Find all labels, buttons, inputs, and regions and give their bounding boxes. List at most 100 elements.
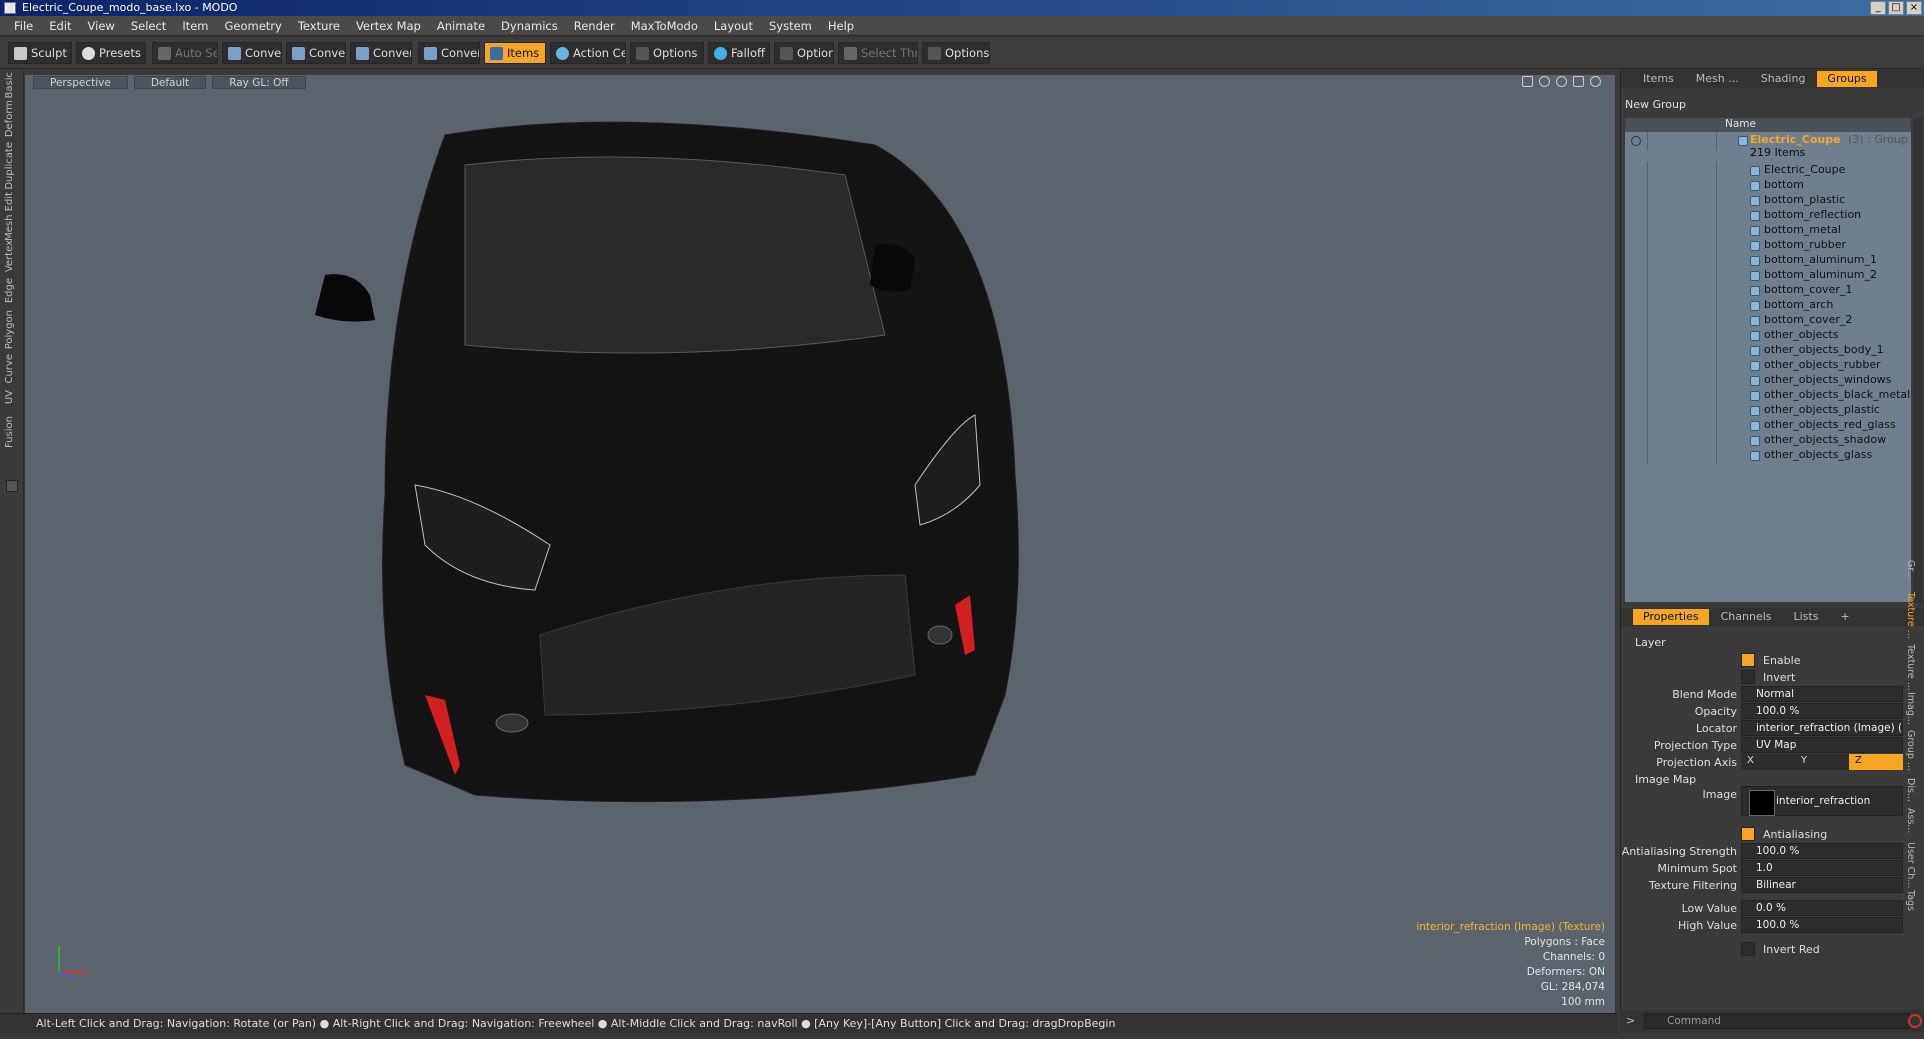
groups-list-header: Name xyxy=(1625,118,1911,132)
falloff-button[interactable]: Falloff xyxy=(708,42,770,64)
tab-polygon[interactable]: Polygon xyxy=(4,310,15,349)
command-input[interactable]: Command xyxy=(1644,1013,1910,1029)
convert-icon xyxy=(424,47,437,60)
blend-mode-dropdown[interactable]: Normal xyxy=(1741,686,1903,702)
minimize-button[interactable]: _ xyxy=(1870,1,1886,15)
aa-strength-field[interactable]: 100.0 % xyxy=(1741,843,1903,859)
tab-vertex[interactable]: Vertex xyxy=(4,240,15,272)
side-tab-6[interactable]: Dis... xyxy=(1905,778,1916,802)
convert-button-4[interactable]: Convert xyxy=(418,42,480,64)
locator-icon xyxy=(1750,166,1760,176)
antialiasing-row: Antialiasing xyxy=(1625,826,1921,844)
action-center-button[interactable]: Action Center xyxy=(550,42,626,64)
min-spot-field[interactable]: 1.0 xyxy=(1741,860,1903,876)
side-tab-9[interactable]: Tags xyxy=(1905,890,1916,911)
record-icon[interactable] xyxy=(1908,1014,1922,1028)
menu-system[interactable]: System xyxy=(761,19,820,33)
menu-help[interactable]: Help xyxy=(820,19,862,33)
locator-dropdown[interactable]: interior_refraction (Image) (... xyxy=(1741,720,1903,736)
items-mode-button[interactable]: Items xyxy=(484,42,546,64)
tab-fusion[interactable]: Fusion xyxy=(4,416,15,448)
groups-list[interactable]: Electric_Coupe (3) : Group 219 Items Ele… xyxy=(1625,132,1911,602)
tab-items[interactable]: Items xyxy=(1633,71,1684,87)
menu-render[interactable]: Render xyxy=(566,19,623,33)
menu-edit[interactable]: Edit xyxy=(41,19,79,33)
menu-animate[interactable]: Animate xyxy=(429,19,493,33)
options-button-3[interactable]: Options xyxy=(922,42,990,64)
menu-vertex-map[interactable]: Vertex Map xyxy=(348,19,429,33)
axis-z-button[interactable]: Z xyxy=(1849,754,1903,770)
tab-groups[interactable]: Groups xyxy=(1817,71,1877,87)
side-tab-4[interactable]: Imag... xyxy=(1905,692,1916,725)
enable-checkbox[interactable] xyxy=(1741,653,1755,667)
list-item[interactable]: other_objects_glass xyxy=(1625,447,1911,465)
invert-checkbox[interactable] xyxy=(1741,670,1755,684)
new-group-button[interactable]: New Group xyxy=(1625,98,1686,111)
mesh-icon xyxy=(1750,406,1760,416)
tab-mesh[interactable]: Mesh ... xyxy=(1686,71,1749,87)
menu-layout[interactable]: Layout xyxy=(706,19,761,33)
tab-edge[interactable]: Edge xyxy=(4,278,15,303)
tab-lists[interactable]: Lists xyxy=(1784,609,1829,625)
side-tab-5[interactable]: Group ... xyxy=(1905,730,1916,771)
side-tab-7[interactable]: Ass... xyxy=(1905,808,1916,833)
mesh-icon xyxy=(1750,256,1760,266)
antialiasing-checkbox[interactable] xyxy=(1741,827,1755,841)
presets-icon xyxy=(82,47,95,60)
menu-maxtomodo[interactable]: MaxToModo xyxy=(623,19,706,33)
select-through-button[interactable]: Select Through xyxy=(838,42,918,64)
options-button-2[interactable]: Options xyxy=(774,42,834,64)
projection-type-row: Projection Type UV Map xyxy=(1625,737,1921,755)
info-deformers: Deformers: ON xyxy=(1526,966,1605,978)
side-tab-1[interactable]: Gr... xyxy=(1905,560,1916,579)
convert-button-3[interactable]: Convert xyxy=(350,42,412,64)
low-value-field[interactable]: 0.0 % xyxy=(1741,900,1903,916)
tab-properties[interactable]: Properties xyxy=(1633,609,1709,625)
menu-dynamics[interactable]: Dynamics xyxy=(493,19,566,33)
tab-mesh-edit[interactable]: Mesh Edit xyxy=(4,192,15,241)
mesh-icon xyxy=(1750,196,1760,206)
image-row: Image interior_refraction xyxy=(1625,786,1921,820)
menu-view[interactable]: View xyxy=(80,19,123,33)
menu-select[interactable]: Select xyxy=(123,19,174,33)
menu-item[interactable]: Item xyxy=(174,19,216,33)
tab-uv[interactable]: UV xyxy=(4,390,15,404)
tab-channels[interactable]: Channels xyxy=(1711,609,1782,625)
expand-toggle[interactable] xyxy=(6,480,18,492)
close-button[interactable]: × xyxy=(1906,1,1922,15)
projection-type-dropdown[interactable]: UV Map xyxy=(1741,737,1903,753)
high-value-field[interactable]: 100.0 % xyxy=(1741,917,1903,933)
tab-curve[interactable]: Curve xyxy=(4,354,15,384)
3d-viewport[interactable]: Perspective Default Ray GL: Off interior… xyxy=(25,75,1615,1015)
tab-shading[interactable]: Shading xyxy=(1751,71,1816,87)
auto-select-button[interactable]: Auto Select xyxy=(152,42,218,64)
convert-button-2[interactable]: Convert xyxy=(286,42,346,64)
items-icon xyxy=(490,47,503,60)
tab-deform[interactable]: Deform xyxy=(4,100,15,137)
info-texture: interior_refraction (Image) (Texture) xyxy=(1416,921,1605,933)
options-button-1[interactable]: Options xyxy=(630,42,704,64)
tab-duplicate[interactable]: Duplicate xyxy=(4,142,15,190)
side-tab-2[interactable]: Texture ... xyxy=(1905,592,1916,639)
side-tab-3[interactable]: Texture ... xyxy=(1905,644,1916,691)
mesh-icon xyxy=(1750,316,1760,326)
tab-basic[interactable]: Basic xyxy=(4,72,15,98)
sculpt-button[interactable]: Sculpt xyxy=(8,42,72,64)
convert-icon xyxy=(228,47,241,60)
axis-y-button[interactable]: Y xyxy=(1795,754,1849,770)
maximize-button[interactable]: □ xyxy=(1888,1,1904,15)
options-icon xyxy=(636,47,649,60)
menu-texture[interactable]: Texture xyxy=(290,19,348,33)
side-tab-8[interactable]: User Ch... xyxy=(1905,842,1916,888)
menu-file[interactable]: File xyxy=(6,19,41,33)
opacity-field[interactable]: 100.0 % xyxy=(1741,703,1903,719)
presets-button[interactable]: PresetsF6 xyxy=(76,42,146,64)
menu-geometry[interactable]: Geometry xyxy=(217,19,290,33)
modo-window: { "window":{"title":"Electric_Coupe_modo… xyxy=(0,0,1924,1039)
invert-red-checkbox[interactable] xyxy=(1741,942,1755,956)
texture-filtering-dropdown[interactable]: Bilinear xyxy=(1741,877,1903,893)
axis-x-button[interactable]: X xyxy=(1741,754,1795,770)
convert-button-1[interactable]: Convert xyxy=(222,42,282,64)
groups-scrollbar[interactable] xyxy=(1913,118,1923,603)
add-tab-button[interactable]: + xyxy=(1830,609,1859,625)
